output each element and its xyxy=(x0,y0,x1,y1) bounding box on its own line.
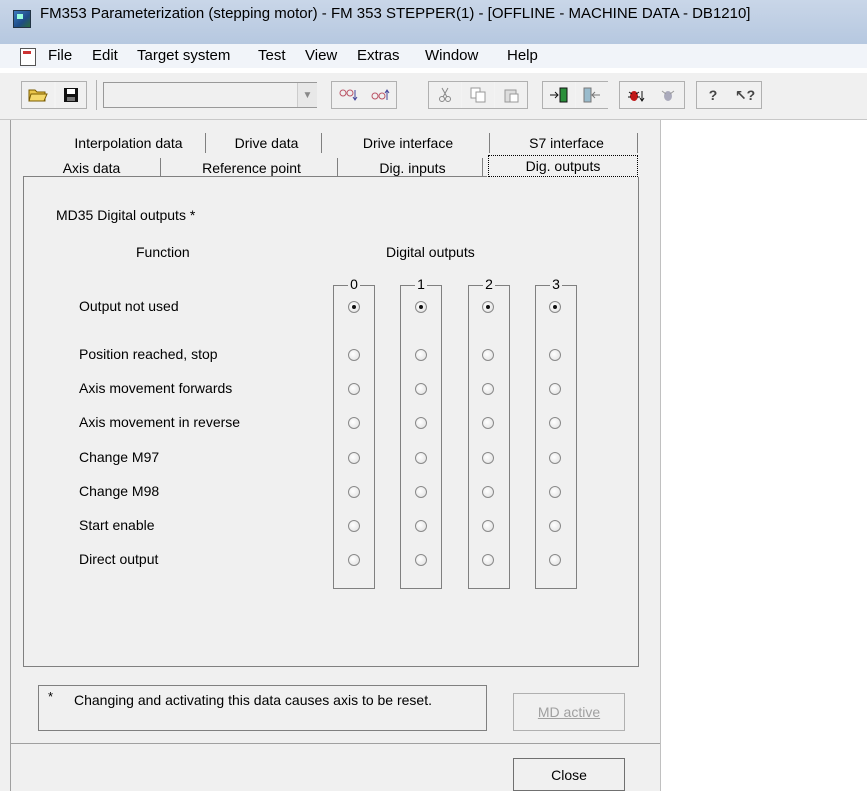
radio-output-3-row-2[interactable] xyxy=(549,383,561,395)
cut-icon[interactable] xyxy=(429,82,461,108)
radio-output-2-row-3[interactable] xyxy=(482,417,494,429)
menu-target-system[interactable]: Target system xyxy=(137,47,230,64)
radio-output-3-row-5[interactable] xyxy=(549,486,561,498)
radio-output-0-row-5[interactable] xyxy=(348,486,360,498)
row-label-position-reached: Position reached, stop xyxy=(79,346,218,362)
document-icon[interactable] xyxy=(20,48,36,66)
radio-output-3-row-7[interactable] xyxy=(549,554,561,566)
menu-test[interactable]: Test xyxy=(258,47,286,64)
row-label-axis-reverse: Axis movement in reverse xyxy=(79,414,241,430)
radio-output-0-row-3[interactable] xyxy=(348,417,360,429)
radio-output-3-row-0[interactable] xyxy=(549,301,561,313)
close-button[interactable]: Close xyxy=(513,758,625,791)
note-text: Changing and activating this data causes… xyxy=(74,692,432,708)
row-label-change-m97: Change M97 xyxy=(79,449,160,465)
row-label-start-enable: Start enable xyxy=(79,517,155,533)
radio-output-1-row-4[interactable] xyxy=(415,452,427,464)
radio-output-0-row-7[interactable] xyxy=(348,554,360,566)
note-asterisk: * xyxy=(48,689,54,704)
row-label-axis-forwards: Axis movement forwards xyxy=(79,380,233,396)
radio-output-1-row-3[interactable] xyxy=(415,417,427,429)
save-icon[interactable] xyxy=(56,82,86,108)
radio-output-2-row-1[interactable] xyxy=(482,349,494,361)
help-icon[interactable]: ? xyxy=(697,82,729,108)
radio-output-1-row-7[interactable] xyxy=(415,554,427,566)
column-label-0: 0 xyxy=(348,276,360,292)
menu-help[interactable]: Help xyxy=(507,47,538,64)
menu-edit[interactable]: Edit xyxy=(92,47,118,64)
close-label: Close xyxy=(551,766,587,783)
output-column-2 xyxy=(468,285,510,589)
radio-output-1-row-2[interactable] xyxy=(415,383,427,395)
tab-drive-interface[interactable]: Drive interface xyxy=(327,133,490,153)
radio-output-3-row-1[interactable] xyxy=(549,349,561,361)
radio-output-0-row-2[interactable] xyxy=(348,383,360,395)
paste-icon[interactable] xyxy=(495,82,527,108)
radio-output-3-row-4[interactable] xyxy=(549,452,561,464)
menu-extras[interactable]: Extras xyxy=(357,47,400,64)
find-down-icon[interactable] xyxy=(332,82,364,108)
radio-output-2-row-5[interactable] xyxy=(482,486,494,498)
column-label-1: 1 xyxy=(415,276,427,292)
radio-output-1-row-0[interactable] xyxy=(415,301,427,313)
output-column-0 xyxy=(333,285,375,589)
open-folder-icon[interactable] xyxy=(22,82,54,108)
tab-dig-outputs[interactable]: Dig. outputs xyxy=(488,155,638,177)
context-help-icon[interactable]: ↖? xyxy=(729,82,761,108)
debug-clear-icon[interactable] xyxy=(652,82,684,108)
radio-output-0-row-0[interactable] xyxy=(348,301,360,313)
radio-output-0-row-4[interactable] xyxy=(348,452,360,464)
dialog-separator xyxy=(11,743,660,744)
radio-output-2-row-4[interactable] xyxy=(482,452,494,464)
radio-output-2-row-7[interactable] xyxy=(482,554,494,566)
tab-reference-point[interactable]: Reference point xyxy=(166,158,338,178)
toolbar-separator xyxy=(96,80,97,110)
md-active-label: MD active xyxy=(537,704,601,720)
radio-output-3-row-6[interactable] xyxy=(549,520,561,532)
tab-drive-data[interactable]: Drive data xyxy=(212,133,322,153)
radio-output-3-row-3[interactable] xyxy=(549,417,561,429)
radio-output-0-row-1[interactable] xyxy=(348,349,360,361)
tab-axis-data[interactable]: Axis data xyxy=(23,158,161,178)
output-column-1 xyxy=(400,285,442,589)
mdi-empty-area xyxy=(660,120,867,791)
copy-icon[interactable] xyxy=(462,82,494,108)
column-label-2: 2 xyxy=(483,276,495,292)
app-icon[interactable] xyxy=(13,10,31,28)
row-label-output-not-used: Output not used xyxy=(79,298,179,314)
radio-output-0-row-6[interactable] xyxy=(348,520,360,532)
radio-output-1-row-5[interactable] xyxy=(415,486,427,498)
tab-interpolation-data[interactable]: Interpolation data xyxy=(52,133,206,153)
tab-dig-inputs[interactable]: Dig. inputs xyxy=(343,158,483,178)
digital-outputs-header: Digital outputs xyxy=(386,244,475,260)
station-combobox[interactable] xyxy=(103,82,317,108)
debug-icon[interactable] xyxy=(620,82,652,108)
window-title: FM353 Parameterization (stepping motor) … xyxy=(40,5,751,22)
output-column-3 xyxy=(535,285,577,589)
chevron-down-icon[interactable]: ▼ xyxy=(297,83,317,107)
md-active-button[interactable]: MD active xyxy=(513,693,625,731)
radio-output-2-row-0[interactable] xyxy=(482,301,494,313)
radio-output-2-row-6[interactable] xyxy=(482,520,494,532)
radio-output-1-row-1[interactable] xyxy=(415,349,427,361)
row-label-direct-output: Direct output xyxy=(79,551,159,567)
row-label-change-m98: Change M98 xyxy=(79,483,160,499)
column-label-3: 3 xyxy=(550,276,562,292)
dialog-border xyxy=(10,120,11,791)
find-up-icon[interactable] xyxy=(364,82,396,108)
section-title: MD35 Digital outputs * xyxy=(56,207,196,223)
menu-view[interactable]: View xyxy=(305,47,337,64)
tab-s7-interface[interactable]: S7 interface xyxy=(496,133,638,153)
upload-icon[interactable] xyxy=(576,82,608,108)
download-icon[interactable] xyxy=(543,82,575,108)
function-header: Function xyxy=(136,244,190,260)
menu-file[interactable]: File xyxy=(48,47,72,64)
radio-output-2-row-2[interactable] xyxy=(482,383,494,395)
radio-output-1-row-6[interactable] xyxy=(415,520,427,532)
menu-window[interactable]: Window xyxy=(425,47,478,64)
